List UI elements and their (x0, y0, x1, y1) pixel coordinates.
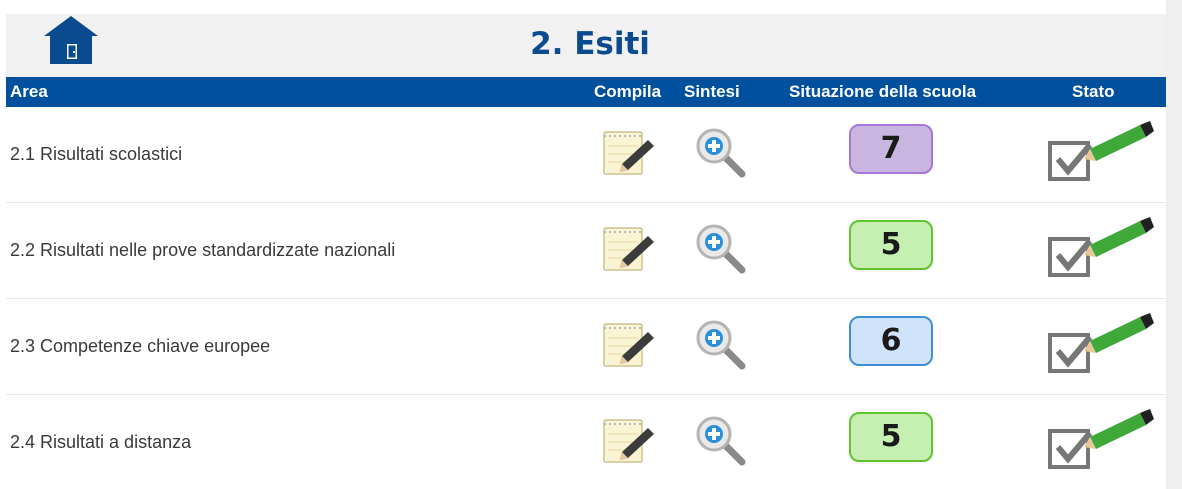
column-header-area: Area (10, 82, 48, 101)
table-row: 2.3 Competenze chiave europee 6 (6, 299, 1166, 395)
notepad-pencil-icon[interactable] (598, 318, 656, 370)
column-header-sintesi: Sintesi (684, 82, 740, 101)
title-bar: 2. Esiti (6, 14, 1166, 77)
main-content: 2. Esiti Area Compila Sintesi Situazione… (6, 0, 1166, 489)
table-header: Area Compila Sintesi Situazione della sc… (6, 77, 1166, 107)
table-row: 2.1 Risultati scolastici 7 (6, 107, 1166, 203)
page-title: 2. Esiti (530, 26, 650, 62)
magnifier-plus-icon[interactable] (692, 412, 750, 468)
magnifier-plus-icon[interactable] (692, 124, 750, 180)
row-label[interactable]: 2.2 Risultati nelle prove standardizzate… (10, 240, 395, 261)
page: 2. Esiti Area Compila Sintesi Situazione… (0, 0, 1182, 489)
notepad-pencil-icon[interactable] (598, 414, 656, 466)
score-badge: 7 (849, 124, 933, 174)
row-label[interactable]: 2.1 Risultati scolastici (10, 144, 182, 165)
checkbox-pencil-icon[interactable] (1042, 119, 1154, 185)
column-header-compila: Compila (594, 82, 662, 101)
notepad-pencil-icon[interactable] (598, 222, 656, 274)
score-badge: 5 (849, 220, 933, 270)
checkbox-pencil-icon[interactable] (1042, 215, 1154, 281)
table-row: 2.2 Risultati nelle prove standardizzate… (6, 203, 1166, 299)
table-body: 2.1 Risultati scolastici 7 2.2 Risultati… (6, 107, 1166, 489)
row-label[interactable]: 2.4 Risultati a distanza (10, 432, 191, 453)
table-row: 2.4 Risultati a distanza 5 (6, 395, 1166, 489)
row-label[interactable]: 2.3 Competenze chiave europee (10, 336, 270, 357)
notepad-pencil-icon[interactable] (598, 126, 656, 178)
column-header-stato: Stato (1072, 82, 1115, 101)
magnifier-plus-icon[interactable] (692, 316, 750, 372)
magnifier-plus-icon[interactable] (692, 220, 750, 276)
column-header-situazione: Situazione della scuola (789, 82, 977, 101)
checkbox-pencil-icon[interactable] (1042, 311, 1154, 377)
scrollbar-track[interactable] (1166, 0, 1182, 489)
score-badge: 6 (849, 316, 933, 366)
checkbox-pencil-icon[interactable] (1042, 407, 1154, 473)
score-badge: 5 (849, 412, 933, 462)
